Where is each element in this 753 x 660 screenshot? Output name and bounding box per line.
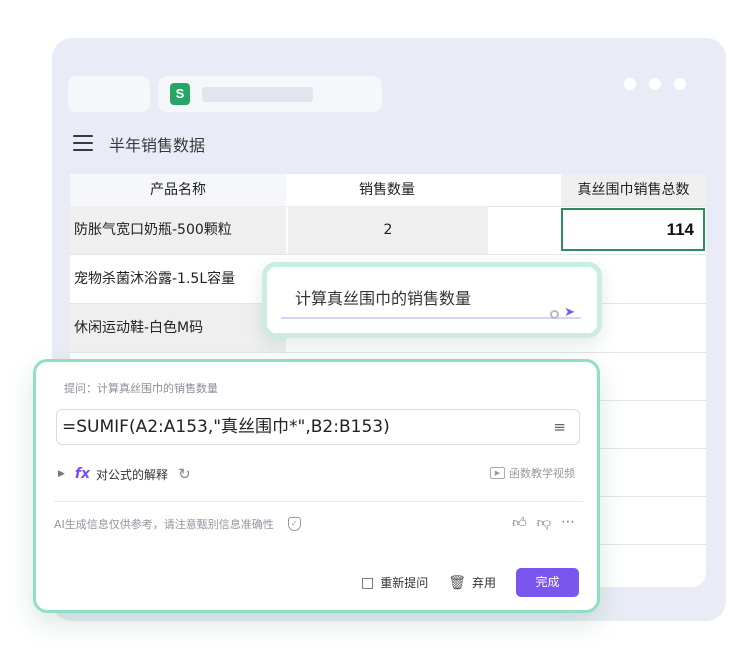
table-cell-product[interactable]: 休闲运动鞋-白色M码 — [70, 304, 286, 352]
divider — [54, 501, 583, 502]
sheet-logo-icon: S — [170, 83, 190, 105]
ai-prompt-popover: 计算真丝围巾的销售数量 ➤ — [262, 262, 602, 338]
window-dot-1[interactable] — [624, 78, 636, 90]
reprompt-label: 重新提问 — [380, 576, 429, 590]
table-cell-quantity[interactable]: 2 — [288, 206, 488, 254]
prompt-echo: 提问：计算真丝围巾的销售数量 — [64, 382, 218, 395]
send-icon[interactable]: ➤ — [564, 305, 575, 320]
explanation-label: 对公式的解释 — [96, 467, 169, 482]
nav-placeholder — [68, 76, 150, 112]
row-divider — [70, 352, 706, 353]
done-button[interactable]: 完成 — [516, 568, 579, 597]
format-icon[interactable]: ≡ — [553, 410, 566, 444]
tutorial-video-link[interactable]: ▶ 函数教学视频 — [490, 465, 575, 481]
expand-triangle-icon[interactable]: ▶ — [58, 469, 65, 479]
more-icon[interactable]: ⋯ — [561, 514, 575, 531]
clear-icon[interactable] — [550, 310, 559, 319]
menu-icon[interactable] — [73, 135, 93, 152]
formula-text: =SUMIF(A2:A153,"真丝围巾*",B2:B153) — [62, 417, 390, 437]
prompt-input[interactable]: 计算真丝围巾的销售数量 ➤ — [281, 277, 581, 320]
video-link-label: 函数教学视频 — [509, 467, 575, 480]
feedback-icons: 👍︎ 👎︎ ⋯ — [512, 514, 575, 531]
column-header-empty[interactable] — [488, 174, 561, 206]
disclaimer-text: AI生成信息仅供参考，请注意甄别信息准确性 — [54, 518, 274, 531]
prompt-input-text: 计算真丝围巾的销售数量 — [295, 289, 472, 308]
ai-disclaimer: AI生成信息仅供参考，请注意甄别信息准确性 ✓ — [54, 516, 301, 532]
page-title: 半年销售数据 — [109, 136, 206, 155]
table-cell-product[interactable]: 宠物杀菌沐浴露-1.5L容量 — [70, 255, 286, 303]
reprompt-icon: □ — [360, 574, 375, 591]
fx-icon: fx — [74, 466, 91, 482]
action-bar: □ 重新提问 🗑︎ 弃用 完成 — [361, 568, 579, 597]
reprompt-button[interactable]: □ 重新提问 — [361, 574, 428, 591]
document-tab[interactable]: S — [158, 76, 382, 112]
column-header-quantity[interactable]: 销售数量 — [286, 174, 488, 206]
discard-label: 弃用 — [471, 576, 496, 590]
selected-total-cell[interactable]: 114 — [561, 208, 705, 251]
window-dot-3[interactable] — [674, 78, 686, 90]
column-header-total[interactable]: 真丝围巾销售总数 — [561, 174, 706, 206]
tab-title-placeholder — [202, 87, 313, 102]
column-header-product[interactable]: 产品名称 — [70, 174, 286, 206]
shield-icon[interactable]: ✓ — [287, 517, 301, 531]
window-dot-2[interactable] — [649, 78, 661, 90]
formula-explanation-toggle[interactable]: ▶ fx 对公式的解释 ↻ — [58, 465, 191, 483]
discard-button[interactable]: 🗑︎ 弃用 — [448, 574, 496, 591]
play-icon: ▶ — [490, 467, 505, 479]
thumbs-up-icon[interactable]: 👍︎ — [512, 514, 527, 531]
refresh-icon[interactable]: ↻ — [178, 465, 191, 483]
trash-icon: 🗑︎ — [448, 574, 466, 591]
ai-formula-panel: 提问：计算真丝围巾的销售数量 =SUMIF(A2:A153,"真丝围巾*",B2… — [33, 359, 600, 613]
thumbs-down-icon[interactable]: 👎︎ — [537, 514, 551, 531]
formula-field[interactable]: =SUMIF(A2:A153,"真丝围巾*",B2:B153) ≡ — [56, 409, 580, 445]
table-cell-product[interactable]: 防胀气宽口奶瓶-500颗粒 — [70, 206, 286, 254]
